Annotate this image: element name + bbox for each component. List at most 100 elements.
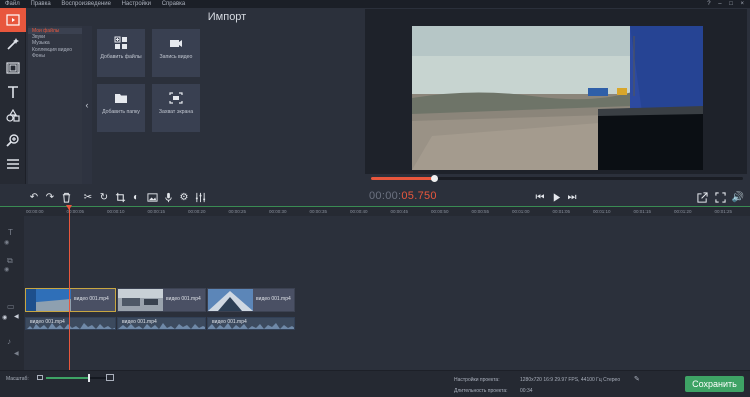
video-preview[interactable] (412, 26, 703, 170)
zoom-out-icon[interactable] (37, 375, 43, 380)
external-window-icon (696, 191, 708, 203)
zoom-slider[interactable] (46, 374, 106, 382)
scissors-icon: ✂ (83, 191, 93, 203)
import-tool-button[interactable] (0, 8, 26, 32)
rotate-icon: ↻ (99, 191, 109, 203)
skip-back-icon: ⏮ (535, 191, 545, 203)
zoom-icon (6, 134, 19, 147)
magic-wand-icon (7, 38, 19, 50)
record-audio-button[interactable] (160, 188, 176, 206)
color-adjust-button[interactable]: ◐ (128, 188, 144, 206)
fullscreen-icon (714, 191, 726, 203)
stickers-tool-button[interactable] (0, 104, 26, 128)
screen-capture-button[interactable]: Захват экрана (152, 84, 200, 132)
speaker-icon[interactable]: ◀ (14, 350, 19, 357)
microphone-icon (164, 192, 172, 202)
delete-button[interactable] (58, 188, 74, 206)
zoom-slider-handle[interactable] (88, 374, 90, 382)
ruler-tick-label: 00:00:40 (350, 209, 368, 214)
add-folder-button[interactable]: Добавить папку (97, 84, 145, 132)
ruler-tick-label: 00:01:15 (633, 209, 652, 214)
filmstrip-icon (6, 62, 20, 74)
video-clip[interactable]: видео 001.mp4 (25, 288, 116, 312)
fullscreen-button[interactable] (712, 188, 728, 206)
playback-scrub-handle[interactable] (431, 175, 439, 182)
clip-thumbnail (26, 289, 71, 311)
speaker-icon[interactable]: ◀ (14, 313, 19, 320)
filters-tool-button[interactable] (0, 32, 26, 56)
ruler-tick-label: 00:00:25 (228, 209, 247, 214)
ruler-tick-label: 00:00:45 (390, 209, 409, 214)
equalizer-button[interactable] (192, 188, 208, 206)
redo-icon: ↷ (45, 191, 55, 203)
audio-clip[interactable]: видео 001.mp4 (117, 317, 206, 330)
music-track-icon: ♪ (7, 337, 11, 346)
play-icon (553, 192, 560, 202)
audio-clip[interactable]: видео 001.mp4 (25, 317, 116, 330)
video-clip[interactable]: видео 001.mp4 (117, 288, 206, 312)
volume-button[interactable]: 🔊 (730, 188, 746, 206)
undo-button[interactable]: ↶ (26, 188, 42, 206)
chevron-left-icon: ‹ (85, 100, 89, 110)
video-clip[interactable]: видео 001.mp4 (207, 288, 295, 312)
menu-file[interactable]: Файл (5, 1, 20, 7)
clip-label: видео 001.mp4 (122, 319, 157, 325)
list-icon (7, 159, 19, 169)
track-headers: T ◉ ⧉ ◉ ▭ ◉ ◀ ♪ ◀ (0, 216, 24, 370)
menu-playback[interactable]: Воспроизведение (61, 1, 111, 7)
skip-forward-button[interactable]: ⏭ (564, 188, 580, 206)
timeline-ruler[interactable]: 00:00:00 00:00:05 00:00:10 00:00:15 00:00:20… (0, 206, 750, 216)
audio-clip[interactable]: видео 001.mp4 (207, 317, 295, 330)
detach-player-button[interactable] (694, 188, 710, 206)
split-button[interactable]: ✂ (80, 188, 96, 206)
rotate-button[interactable]: ↻ (96, 188, 112, 206)
zoom-tool-button[interactable] (0, 128, 26, 152)
add-folder-label: Добавить папку (102, 109, 140, 115)
timeline-playhead[interactable] (69, 206, 70, 370)
timecode-current: 05.750 (401, 190, 437, 202)
record-video-button[interactable]: Запись видео (152, 29, 200, 77)
equalizer-icon (195, 192, 205, 202)
menu-edit[interactable]: Правка (30, 1, 50, 7)
clip-label: видео 001.mp4 (74, 296, 109, 302)
add-files-icon (114, 36, 127, 49)
skip-forward-icon: ⏭ (567, 191, 577, 203)
transitions-tool-button[interactable] (0, 56, 26, 80)
menu-bar: Файл Правка Воспроизведение Настройки Сп… (0, 0, 750, 8)
crop-button[interactable] (112, 188, 128, 206)
image-button[interactable] (144, 188, 160, 206)
add-files-label: Добавить файлы (100, 54, 142, 60)
trash-icon (62, 192, 70, 203)
eye-icon[interactable]: ◉ (4, 239, 9, 246)
category-backgrounds[interactable]: Фоны (28, 53, 82, 59)
add-files-button[interactable]: Добавить файлы (97, 29, 145, 77)
redo-button[interactable]: ↷ (42, 188, 58, 206)
import-panel-title: Импорт (207, 11, 247, 23)
clip-label: видео 001.mp4 (256, 296, 291, 302)
ruler-tick-label: 00:00:00 (26, 209, 44, 214)
titles-tool-button[interactable] (0, 80, 26, 104)
window-controls[interactable]: ? – □ × (707, 0, 747, 8)
playhead-handle[interactable] (66, 205, 72, 210)
zoom-in-icon[interactable] (106, 374, 114, 381)
timecode-prefix: 00:00: (369, 190, 402, 202)
ruler-tick-label: 00:00:55 (471, 209, 490, 214)
menu-settings[interactable]: Настройки (122, 1, 151, 7)
clip-properties-button[interactable]: ⚙ (176, 188, 192, 206)
playback-progress-bar[interactable] (371, 175, 743, 182)
play-button[interactable] (548, 188, 564, 206)
crop-icon (115, 192, 125, 202)
camera-icon (170, 40, 182, 47)
ruler-tick-label: 00:00:10 (107, 209, 125, 214)
menu-help[interactable]: Справка (162, 1, 186, 7)
collapse-panel-button[interactable]: ‹ (82, 26, 92, 184)
eye-icon[interactable]: ◉ (4, 266, 9, 273)
skip-back-button[interactable]: ⏮ (532, 188, 548, 206)
pencil-icon[interactable]: ✎ (634, 375, 640, 383)
eye-icon[interactable]: ◉ (2, 314, 7, 321)
record-video-label: Запись видео (159, 54, 193, 60)
speaker-icon: 🔊 (731, 191, 745, 203)
overlay-track-icon: ⧉ (7, 256, 13, 265)
save-button[interactable]: Сохранить (685, 376, 744, 392)
more-tools-button[interactable] (0, 152, 26, 176)
